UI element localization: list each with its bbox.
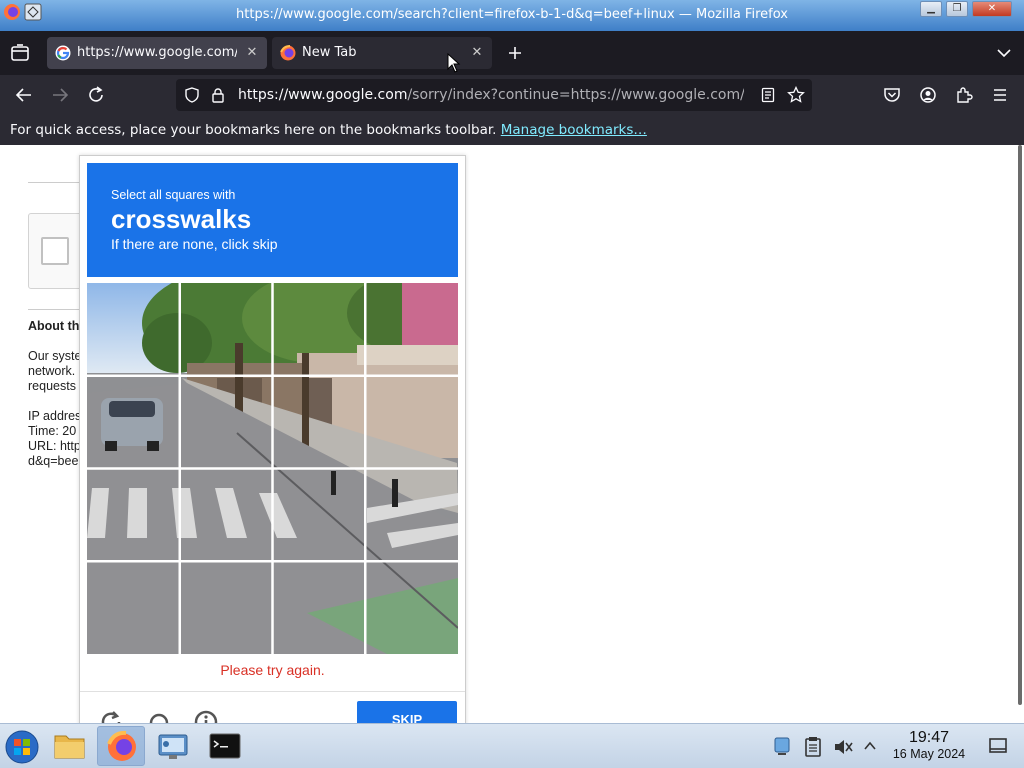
manage-bookmarks-link[interactable]: Manage bookmarks…	[501, 122, 647, 138]
tab-strip: https://www.google.com/ ✕ New Tab ✕	[0, 31, 1024, 75]
back-button[interactable]	[12, 83, 36, 107]
volume-muted-icon[interactable]	[832, 736, 854, 758]
firefox-icon	[280, 45, 296, 61]
captcha-instructions: Select all squares with crosswalks If th…	[87, 163, 458, 277]
reload-challenge-icon[interactable]	[98, 709, 124, 723]
url-bar[interactable]: https://www.google.com/sorry/index?conti…	[176, 79, 812, 111]
about-line: network.	[28, 364, 76, 378]
tab-label: https://www.google.com/	[77, 45, 237, 60]
maximize-button[interactable]: ❐	[946, 1, 968, 17]
list-all-tabs-button[interactable]	[992, 41, 1016, 65]
taskbar-clock[interactable]: 19:47 16 May 2024	[886, 729, 972, 761]
taskbar: 19:47 16 May 2024	[0, 723, 1024, 768]
show-hidden-icons-icon[interactable]	[862, 738, 878, 754]
close-window-button[interactable]: ✕	[972, 1, 1012, 17]
url-line: URL: http	[28, 439, 81, 453]
url-text[interactable]: https://www.google.com/sorry/index?conti…	[238, 87, 744, 103]
captcha-footer-divider	[80, 691, 465, 692]
recaptcha-checkbox[interactable]	[41, 237, 69, 265]
skip-button[interactable]: SKIP	[357, 701, 457, 723]
tab-google[interactable]: https://www.google.com/ ✕	[47, 37, 267, 69]
about-line: Our syste	[28, 349, 82, 363]
captcha-hint: If there are none, click skip	[111, 236, 278, 252]
firefox-view-icon[interactable]	[8, 41, 32, 65]
about-line: requests	[28, 379, 76, 393]
show-desktop-icon[interactable]	[988, 737, 1008, 755]
tracking-protection-icon[interactable]	[184, 87, 200, 103]
menu-icon[interactable]	[988, 83, 1012, 107]
page-scrollbar[interactable]	[1018, 145, 1022, 705]
window-title: https://www.google.com/search?client=fir…	[236, 7, 788, 22]
google-icon	[55, 45, 71, 61]
clipboard-icon[interactable]	[804, 736, 822, 758]
network-icon[interactable]	[772, 736, 792, 758]
captcha-image-grid	[87, 283, 458, 654]
reload-button[interactable]	[84, 83, 108, 107]
clock-time: 19:47	[908, 729, 950, 746]
time-line: Time: 20	[28, 424, 77, 438]
mouse-cursor-icon	[447, 53, 461, 73]
forward-button[interactable]	[48, 83, 72, 107]
captcha-error-message: Please try again.	[220, 662, 325, 678]
bookmarks-toolbar: For quick access, place your bookmarks h…	[0, 115, 1024, 145]
ip-address-line: IP addres	[28, 409, 82, 423]
audio-challenge-icon[interactable]	[146, 709, 172, 723]
account-icon[interactable]	[916, 83, 940, 107]
new-tab-button[interactable]	[503, 41, 527, 65]
recaptcha-challenge: Select all squares with crosswalks If th…	[79, 155, 466, 723]
bookmarks-message: For quick access, place your bookmarks h…	[10, 122, 647, 138]
window-titlebar: https://www.google.com/search?client=fir…	[0, 0, 1024, 31]
captcha-instruction-text: Select all squares with	[111, 188, 236, 202]
info-icon[interactable]	[193, 709, 219, 723]
captcha-target-word: crosswalks	[111, 204, 252, 234]
navigation-toolbar: https://www.google.com/sorry/index?conti…	[0, 75, 1024, 115]
url-line-2: d&q=bee	[28, 454, 79, 468]
close-tab-icon[interactable]: ✕	[468, 44, 486, 62]
clock-date: 16 May 2024	[892, 747, 966, 761]
web-page: About th Our syste network. requests IP …	[0, 145, 1024, 723]
close-tab-icon[interactable]: ✕	[243, 44, 261, 62]
file-manager-icon[interactable]	[46, 726, 94, 766]
minimize-button[interactable]: ▁	[920, 1, 942, 17]
taskbar-firefox-icon[interactable]	[97, 726, 145, 766]
pocket-icon[interactable]	[880, 83, 904, 107]
about-heading: About th	[28, 319, 80, 333]
lock-icon[interactable]	[210, 87, 226, 103]
extensions-icon[interactable]	[952, 83, 976, 107]
reader-view-icon[interactable]	[760, 87, 776, 103]
street-scene-image	[87, 283, 458, 654]
tab-label: New Tab	[302, 45, 357, 60]
system-settings-icon[interactable]	[149, 726, 197, 766]
bookmark-star-icon[interactable]	[787, 86, 805, 104]
start-menu-button[interactable]	[0, 726, 48, 766]
terminal-icon[interactable]	[201, 726, 249, 766]
